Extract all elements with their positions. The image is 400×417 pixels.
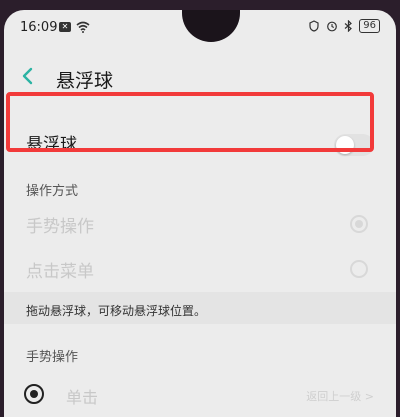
option-gesture-radio[interactable] — [350, 215, 368, 233]
highlight-annotation-box — [6, 92, 374, 152]
option-gesture-label: 手势操作 — [26, 217, 94, 237]
bluetooth-icon — [344, 20, 353, 32]
option-click-menu-radio[interactable] — [350, 260, 368, 278]
operation-mode-section-title: 操作方式 — [26, 184, 79, 199]
notification-badge-icon: ✕ — [59, 22, 71, 32]
shield-icon — [309, 20, 319, 32]
single-tap-label: 单击 — [66, 388, 99, 407]
option-click-menu-label: 点击菜单 — [26, 262, 94, 282]
page-title: 悬浮球 — [56, 70, 114, 92]
gesture-section-title: 手势操作 — [26, 350, 79, 365]
alarm-icon — [327, 21, 338, 32]
hint-text: 拖动悬浮球，可移动悬浮球位置。 — [26, 304, 207, 318]
status-time: 16:09 — [20, 20, 58, 35]
battery-indicator: 96 — [359, 19, 380, 33]
phone-frame: 16:09 ✕ 96 悬浮球 悬浮球 操作方式 手势操作 点击菜单 拖动悬浮球，… — [0, 0, 400, 417]
gesture-single-tap-row[interactable]: 单击 返回上一级 > — [4, 370, 396, 417]
screen: 16:09 ✕ 96 悬浮球 悬浮球 操作方式 手势操作 点击菜单 拖动悬浮球，… — [4, 10, 396, 417]
back-arrow-icon[interactable] — [20, 66, 36, 86]
single-tap-radio[interactable] — [24, 384, 44, 404]
single-tap-value: 返回上一级 > — [306, 390, 374, 403]
status-right-group: 96 — [308, 19, 380, 33]
hint-area: 拖动悬浮球，可移动悬浮球位置。 — [4, 292, 396, 324]
wifi-icon — [76, 21, 90, 33]
